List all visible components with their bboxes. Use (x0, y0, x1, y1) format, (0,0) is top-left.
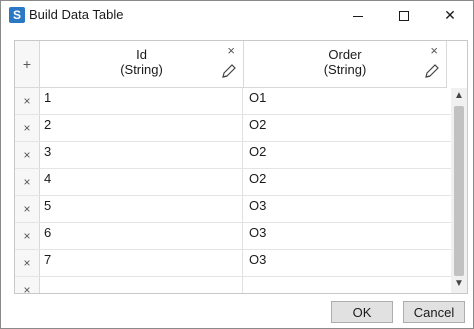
dialog-window: S Build Data Table ✕ + Id (String) × Ord… (0, 0, 474, 329)
remove-row-button[interactable]: × (15, 142, 40, 168)
pencil-icon[interactable] (422, 61, 442, 81)
title-bar: S Build Data Table ✕ (1, 1, 473, 29)
cell-order[interactable] (247, 277, 447, 293)
minimize-button[interactable] (335, 1, 381, 29)
remove-row-button[interactable]: × (15, 223, 40, 249)
remove-row-button[interactable]: × (15, 196, 40, 222)
window-title: Build Data Table (29, 7, 124, 22)
data-table-grid: + Id (String) × Order (String) × × 1 O1 (14, 40, 468, 294)
table-row: × 5 O3 (15, 196, 451, 223)
maximize-icon (399, 11, 409, 22)
cancel-button[interactable]: Cancel (403, 301, 465, 323)
cell-order[interactable]: O1 (247, 88, 447, 114)
remove-row-button[interactable]: × (15, 88, 40, 114)
remove-column-icon[interactable]: × (430, 43, 438, 58)
column-type: (String) (120, 62, 163, 77)
remove-row-button[interactable]: × (15, 250, 40, 276)
cell-id[interactable]: 2 (42, 115, 243, 141)
column-name: Order (328, 47, 362, 62)
add-column-button[interactable]: + (15, 41, 40, 88)
cell-id[interactable]: 3 (42, 142, 243, 168)
table-row: × 7 O3 (15, 250, 451, 277)
scroll-down-icon[interactable]: ▼ (451, 278, 467, 290)
cell-order[interactable]: O2 (247, 115, 447, 141)
cell-order[interactable]: O3 (247, 223, 447, 249)
table-row: × 4 O2 (15, 169, 451, 196)
cell-id[interactable]: 5 (42, 196, 243, 222)
scroll-up-icon[interactable]: ▲ (451, 90, 467, 102)
table-row: × 1 O1 (15, 88, 451, 115)
app-logo-icon: S (9, 7, 25, 23)
scroll-thumb[interactable] (454, 106, 464, 276)
ok-button[interactable]: OK (331, 301, 393, 323)
remove-row-button[interactable]: × (15, 169, 40, 195)
remove-row-button[interactable]: × (15, 115, 40, 141)
vertical-scrollbar[interactable]: ▲ ▼ (451, 88, 467, 293)
cell-id[interactable]: 7 (42, 250, 243, 276)
column-header-id: Id (String) × (40, 41, 244, 88)
column-name: Id (136, 47, 147, 62)
table-row: × (15, 277, 451, 293)
pencil-icon[interactable] (219, 61, 239, 81)
maximize-button[interactable] (381, 1, 427, 29)
cell-order[interactable]: O3 (247, 196, 447, 222)
table-row: × 2 O2 (15, 115, 451, 142)
plus-icon: + (22, 56, 32, 72)
cell-order[interactable]: O3 (247, 250, 447, 276)
close-button[interactable]: ✕ (427, 1, 473, 29)
close-icon: ✕ (444, 7, 456, 23)
cell-id[interactable]: 1 (42, 88, 243, 114)
column-header-order: Order (String) × (244, 41, 447, 88)
remove-column-icon[interactable]: × (227, 43, 235, 58)
table-row: × 3 O2 (15, 142, 451, 169)
table-body: × 1 O1 × 2 O2 × 3 O2 × 4 O2 × 5 O3 × 6 O… (15, 88, 451, 293)
cell-id[interactable] (42, 277, 243, 293)
minimize-icon (353, 15, 363, 17)
cell-id[interactable]: 4 (42, 169, 243, 195)
column-type: (String) (323, 62, 367, 77)
cell-order[interactable]: O2 (247, 169, 447, 195)
cell-id[interactable]: 6 (42, 223, 243, 249)
remove-row-button[interactable]: × (15, 277, 40, 293)
table-row: × 6 O3 (15, 223, 451, 250)
cell-order[interactable]: O2 (247, 142, 447, 168)
